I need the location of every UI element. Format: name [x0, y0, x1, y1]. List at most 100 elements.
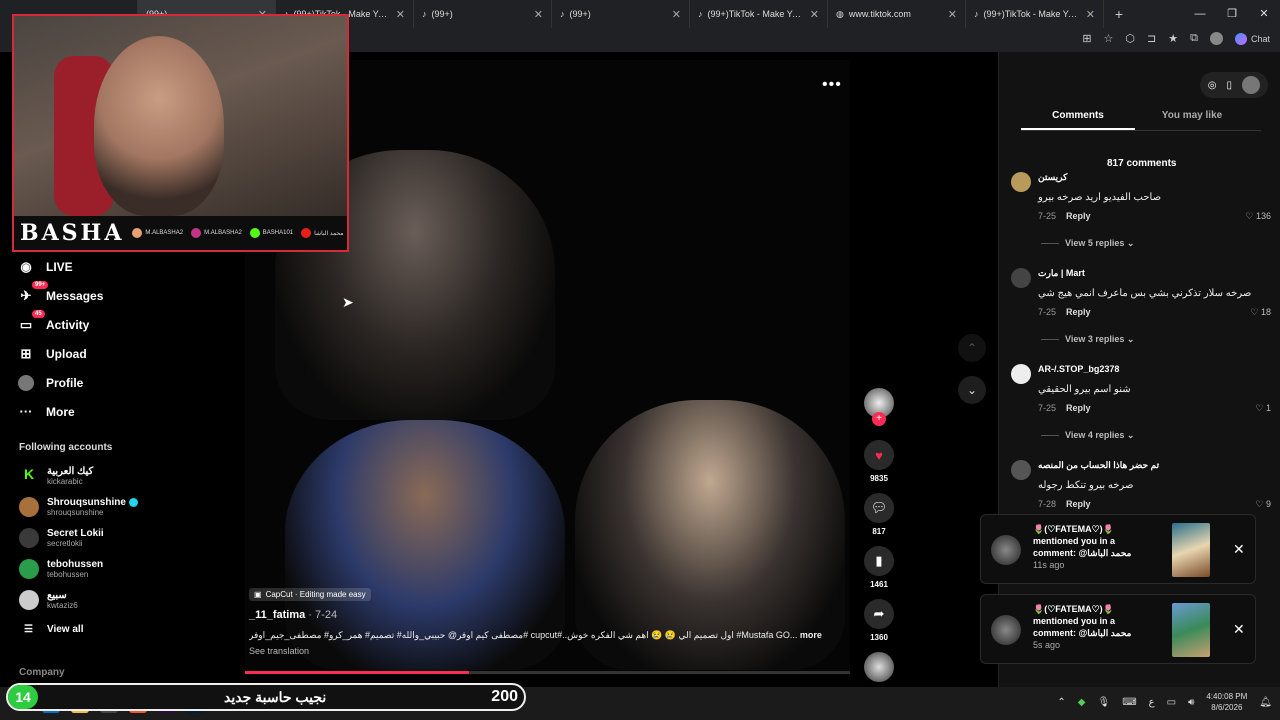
tiktok-icon — [132, 228, 143, 238]
keyboard-icon[interactable]: ⌨ — [1122, 697, 1136, 708]
extensions-icon[interactable]: ⬡ — [1125, 32, 1135, 45]
comment-like[interactable]: ♡ 136 — [1245, 211, 1271, 222]
close-icon[interactable]: ✕ — [1233, 541, 1245, 558]
capcut-badge[interactable]: ▣ CapCut · Editing made easy — [249, 588, 371, 601]
avatar[interactable] — [1011, 460, 1031, 480]
close-window-icon[interactable]: ✕ — [1248, 0, 1280, 28]
company-link[interactable]: Company — [19, 667, 65, 678]
comment-author[interactable]: AR-/.STOP_bg2378 — [1038, 364, 1119, 374]
comment-like[interactable]: ♡ 1 — [1255, 403, 1271, 414]
restore-icon[interactable]: ❐ — [1216, 0, 1248, 28]
following-account[interactable]: Secret Lokii secretlokii — [19, 528, 104, 548]
view-replies-button[interactable]: View 3 replies ⌄ — [1041, 334, 1134, 345]
panel-controls: ◎ ▯ — [1199, 72, 1268, 98]
collections-icon[interactable]: ⧉ — [1190, 32, 1198, 45]
reply-button[interactable]: Reply — [1066, 403, 1091, 413]
reply-button[interactable]: Reply — [1066, 211, 1091, 221]
save-button[interactable]: ▮ — [864, 546, 894, 576]
sidebar-item-label: Upload — [46, 346, 87, 361]
sound-disc[interactable] — [864, 652, 894, 682]
close-icon[interactable]: ✕ — [810, 8, 819, 21]
like-button[interactable]: ♥ — [864, 440, 894, 470]
view-all-label: View all — [46, 624, 84, 635]
share-button[interactable]: ➦ — [864, 599, 894, 629]
close-icon[interactable]: ✕ — [672, 8, 681, 21]
language-indicator[interactable]: ع — [1149, 697, 1155, 708]
comment-like[interactable]: ♡ 9 — [1255, 499, 1271, 510]
close-icon[interactable]: ✕ — [1086, 8, 1095, 21]
reply-button[interactable]: Reply — [1066, 307, 1091, 317]
sidebar-icon[interactable]: ⊐ — [1147, 32, 1156, 45]
clock[interactable]: 4:40:08 PM 8/6/2026 — [1206, 691, 1247, 713]
following-account[interactable]: سبيع kwtaziz6 — [19, 590, 78, 610]
clock-date: 8/6/2026 — [1211, 703, 1243, 712]
follow-plus-icon[interactable]: + — [872, 412, 886, 426]
overlay-name: نجيب حاسبة جديد — [224, 688, 327, 705]
chevron-down-icon: ⌄ — [1126, 238, 1135, 248]
social-tag: محمد الباشا — [301, 228, 344, 238]
browser-tab[interactable]: ◍ www.tiktok.com ✕ — [828, 0, 966, 28]
following-account[interactable]: tebohussen tebohussen — [19, 559, 103, 579]
mention-notification[interactable]: 🌷(♡FATEMA♡)🌷 mentioned you in a comment: … — [980, 594, 1256, 664]
comment-count: 817 — [872, 527, 886, 536]
new-tab-button[interactable]: + — [1104, 6, 1134, 22]
comment-author[interactable]: مارت | Mart — [1038, 268, 1085, 279]
compass-icon[interactable]: ◎ — [1208, 80, 1217, 91]
favorites-icon[interactable]: ★ — [1168, 32, 1178, 45]
avatar[interactable] — [1209, 32, 1223, 45]
microphone-icon[interactable]: 🎙︎ — [1098, 697, 1111, 708]
copilot-chat-button[interactable]: Chat — [1234, 32, 1270, 45]
sidebar-item-profile[interactable]: Profile — [14, 368, 154, 397]
sidebar-item-activity[interactable]: ▭ 45 Activity — [14, 310, 154, 339]
tab-comments[interactable]: Comments — [1021, 110, 1135, 130]
network-icon[interactable]: ▭ — [1167, 697, 1176, 708]
comment-author[interactable]: تم حضر هاذا الحساب من المنصه — [1038, 460, 1159, 471]
view-replies-button[interactable]: View 4 replies ⌄ — [1041, 430, 1134, 441]
more-link[interactable]: more — [800, 630, 822, 640]
sidebar-item-messages[interactable]: ✈ 99+ Messages — [14, 281, 154, 310]
see-translation-link[interactable]: See translation — [249, 646, 849, 656]
avatar[interactable] — [1011, 364, 1031, 384]
split-screen-icon[interactable]: ⊞ — [1082, 32, 1091, 45]
view-all-button[interactable]: ☰ View all — [24, 624, 83, 635]
close-icon[interactable]: ✕ — [396, 8, 405, 21]
browser-tab[interactable]: ♪ (99+) ✕ — [552, 0, 690, 28]
close-icon[interactable]: ✕ — [534, 8, 543, 21]
browser-tab[interactable]: ♪(99+)TikTok - Make Your Day✕ — [966, 0, 1104, 28]
close-icon[interactable]: ✕ — [1233, 621, 1245, 638]
comment-author[interactable]: كريستن — [1038, 172, 1067, 183]
view-replies-button[interactable]: View 5 replies ⌄ — [1041, 238, 1134, 249]
volume-icon[interactable]: 🔊︎ — [1188, 697, 1194, 708]
next-video-button[interactable]: ⌄ — [958, 376, 986, 404]
comment-button[interactable]: 💬︎ — [864, 493, 894, 523]
phone-icon[interactable]: ▯ — [1226, 80, 1232, 91]
shield-icon[interactable]: ◆ — [1078, 697, 1086, 708]
reply-button[interactable]: Reply — [1066, 499, 1091, 509]
comment-date: 7-25 — [1038, 403, 1057, 413]
sidebar-item-more[interactable]: ··· More — [14, 397, 154, 426]
previous-video-button[interactable]: ⌃ — [958, 334, 986, 362]
mention-notification[interactable]: 🌷(♡FATEMA♡)🌷 mentioned you in a comment: … — [980, 514, 1256, 584]
sidebar-item-upload[interactable]: ⊞ Upload — [14, 339, 154, 368]
browser-tab[interactable]: ♪(99+)TikTok - Make Your Day✕ — [690, 0, 828, 28]
following-account[interactable]: Shrouqsunshine shrouqsunshine — [19, 497, 138, 517]
video-progress-bar[interactable] — [245, 671, 850, 674]
comment-like[interactable]: ♡ 18 — [1250, 307, 1271, 318]
following-account[interactable]: K كيك العربية kickarabic — [19, 466, 93, 486]
sidebar-item-live[interactable]: ◉ LIVE — [14, 252, 154, 281]
avatar[interactable] — [1242, 76, 1260, 94]
browser-tab[interactable]: ♪ (99+) ✕ — [414, 0, 552, 28]
notification-bell-icon[interactable]: 🔔︎ — [1259, 697, 1272, 708]
chevron-up-icon[interactable]: ⌃ — [1057, 697, 1065, 708]
tab-you-may-like[interactable]: You may like — [1135, 110, 1249, 130]
author-name[interactable]: _11_fatima — [249, 609, 305, 621]
close-icon[interactable]: ✕ — [948, 8, 957, 21]
video-author[interactable]: _11_fatima · 7-24 — [249, 609, 849, 621]
minimize-icon[interactable]: — — [1184, 0, 1216, 28]
avatar[interactable] — [1011, 268, 1031, 288]
creator-avatar[interactable]: + — [864, 388, 894, 426]
live-icon: ◉ — [20, 258, 32, 274]
avatar[interactable] — [1011, 172, 1031, 192]
favorite-star-icon[interactable]: ☆ — [1104, 32, 1114, 45]
more-options-icon[interactable]: ••• — [822, 76, 842, 94]
